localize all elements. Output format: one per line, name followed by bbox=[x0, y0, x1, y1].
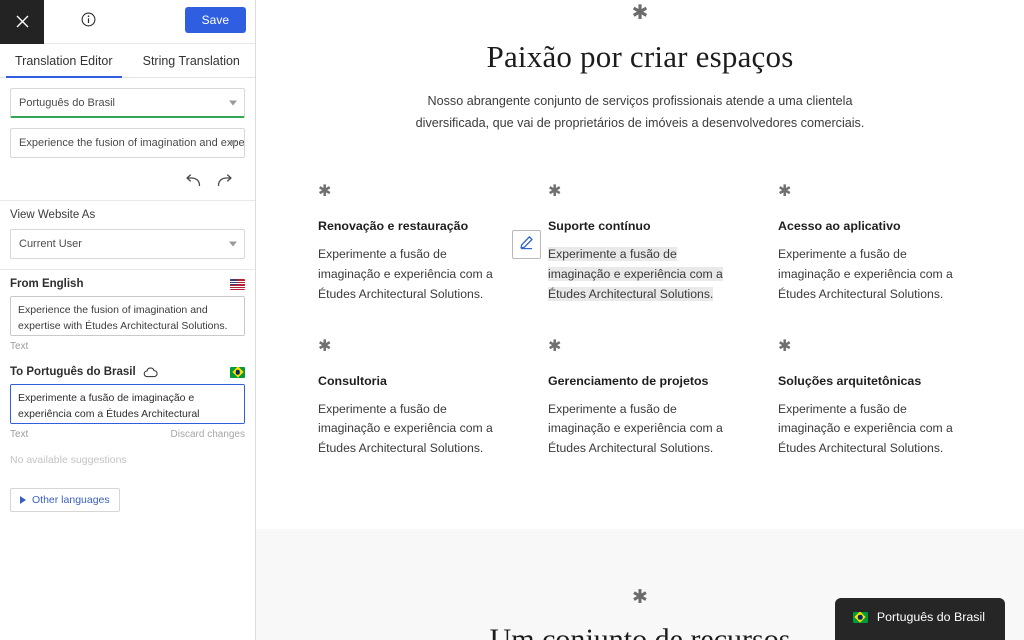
feature-text-value: Experimente a fusão de imaginação e expe… bbox=[548, 247, 723, 301]
tab-translation-editor-label: Translation Editor bbox=[15, 53, 113, 68]
other-languages-button[interactable]: Other languages bbox=[10, 488, 120, 512]
source-label: From English bbox=[10, 278, 84, 290]
feature-text: Experimente a fusão de imaginação e expe… bbox=[318, 400, 502, 459]
view-as-select[interactable]: Current User bbox=[10, 229, 245, 259]
asterisk-icon: ✱ bbox=[318, 335, 332, 355]
feature-card: ✱ Gerenciamento de projetos Experimente … bbox=[548, 335, 732, 459]
edit-string-button[interactable] bbox=[512, 230, 541, 260]
language-select-value: Português do Brasil bbox=[19, 96, 115, 109]
selectors-section: Português do Brasil Experience the fusio… bbox=[0, 78, 255, 201]
hero-section: ✱ Paixão por criar espaços Nosso abrange… bbox=[256, 2, 1024, 134]
asterisk-icon: ✱ bbox=[631, 0, 649, 24]
flag-stripe bbox=[230, 288, 245, 290]
tab-string-translation-label: String Translation bbox=[142, 53, 240, 68]
view-as-select-wrap: Current User bbox=[10, 229, 245, 259]
translation-sidebar: Save Translation Editor String Translati… bbox=[0, 0, 256, 640]
feature-text: Experimente a fusão de imaginação e expe… bbox=[318, 245, 502, 304]
feature-text-value: Experimente a fusão de imaginação e expe… bbox=[548, 401, 723, 456]
hero-subtitle: Nosso abrangente conjunto de serviços pr… bbox=[415, 94, 865, 130]
flag-stripe bbox=[230, 280, 245, 282]
sidebar-topbar: Save bbox=[0, 0, 255, 44]
language-badge-label: Português do Brasil bbox=[876, 610, 985, 624]
feature-text: Experimente a fusão de imaginação e expe… bbox=[548, 400, 732, 459]
view-as-select-value: Current User bbox=[19, 238, 82, 250]
feature-card: ✱ Acesso ao aplicativo Experimente a fus… bbox=[778, 183, 962, 304]
flag-br-icon bbox=[230, 366, 245, 378]
feature-card: ✱ Suporte contínuo Experimente a fusão d… bbox=[512, 181, 732, 304]
close-button[interactable] bbox=[0, 0, 44, 44]
feature-card: ✱ Consultoria Experimente a fusão de ima… bbox=[318, 335, 502, 459]
source-text-section: From English Text To Português do Brasil bbox=[0, 270, 255, 522]
info-button[interactable] bbox=[66, 0, 110, 44]
flag-stripe bbox=[230, 285, 245, 287]
feature-title: Consultoria bbox=[318, 373, 387, 388]
feature-text-value: Experimente a fusão de imaginação e expe… bbox=[778, 401, 953, 456]
flag-globe bbox=[235, 369, 240, 375]
save-button[interactable]: Save bbox=[184, 7, 246, 34]
no-suggestions-text: No available suggestions bbox=[10, 454, 127, 466]
pencil-icon bbox=[519, 235, 534, 255]
feature-card: ✱ Renovação e restauração Experimente a … bbox=[318, 183, 502, 304]
asterisk-icon: ✱ bbox=[318, 181, 332, 201]
flag-stripe bbox=[230, 283, 245, 285]
source-header: From English bbox=[10, 278, 245, 290]
source-textarea[interactable] bbox=[10, 296, 245, 336]
app-root: Save Translation Editor String Translati… bbox=[0, 0, 1024, 640]
language-select-wrap: Português do Brasil bbox=[10, 88, 245, 118]
target-meta: Text Discard changes bbox=[10, 429, 245, 440]
feature-text: Experimente a fusão de imaginação e expe… bbox=[548, 245, 732, 304]
target-textarea[interactable] bbox=[10, 384, 245, 424]
asterisk-icon: ✱ bbox=[778, 335, 792, 355]
sidebar-tabs: Translation Editor String Translation bbox=[0, 44, 255, 78]
discard-changes-button[interactable]: Discard changes bbox=[171, 429, 245, 440]
other-languages-label: Other languages bbox=[32, 494, 110, 506]
asterisk-icon: ✱ bbox=[548, 181, 562, 201]
cloud-translate-icon[interactable] bbox=[143, 367, 158, 378]
flag-globe bbox=[858, 614, 863, 620]
tab-string-translation[interactable]: String Translation bbox=[128, 44, 256, 77]
view-website-as-section: View Website As Current User bbox=[0, 201, 255, 270]
target-meta-label: Text bbox=[10, 429, 29, 440]
source-meta-label: Text bbox=[10, 341, 29, 352]
feature-title: Acesso ao aplicativo bbox=[778, 219, 901, 234]
language-badge[interactable]: Português do Brasil bbox=[834, 598, 1005, 640]
tab-translation-editor[interactable]: Translation Editor bbox=[0, 44, 128, 78]
redo-icon[interactable] bbox=[216, 174, 233, 188]
asterisk-icon: ✱ bbox=[778, 181, 792, 201]
feature-text: Experimente a fusão de imaginação e expe… bbox=[778, 245, 962, 304]
feature-card: ✱ Soluções arquitetônicas Experimente a … bbox=[778, 335, 962, 459]
triangle-right-icon bbox=[20, 496, 26, 504]
feature-title: Suporte contínuo bbox=[548, 219, 651, 234]
string-select[interactable]: Experience the fusion of imagination and… bbox=[10, 128, 245, 158]
feature-title: Renovação e restauração bbox=[318, 219, 469, 234]
asterisk-icon: ✱ bbox=[548, 335, 562, 355]
flag-us-icon bbox=[230, 278, 245, 290]
feature-title: Gerenciamento de projetos bbox=[548, 373, 709, 388]
undo-icon[interactable] bbox=[185, 174, 202, 188]
language-select[interactable]: Português do Brasil bbox=[10, 88, 245, 118]
feature-text-value: Experimente a fusão de imaginação e expe… bbox=[318, 247, 493, 301]
string-select-value: Experience the fusion of imagination and… bbox=[19, 137, 245, 149]
feature-text-value: Experimente a fusão de imaginação e expe… bbox=[318, 401, 493, 456]
flag-br-icon bbox=[852, 611, 868, 623]
info-icon bbox=[81, 12, 96, 32]
feature-title: Soluções arquitetônicas bbox=[778, 373, 922, 388]
feature-text-value: Experimente a fusão de imaginação e expe… bbox=[778, 247, 953, 301]
history-controls bbox=[10, 168, 245, 190]
page-title: Paixão por criar espaços bbox=[486, 39, 794, 74]
string-select-wrap: Experience the fusion of imagination and… bbox=[10, 128, 245, 158]
view-website-as-label: View Website As bbox=[10, 209, 96, 221]
feature-text: Experimente a fusão de imaginação e expe… bbox=[778, 400, 962, 459]
target-header: To Português do Brasil bbox=[10, 366, 245, 378]
target-label: To Português do Brasil bbox=[10, 366, 136, 378]
source-meta: Text bbox=[10, 341, 245, 352]
close-icon bbox=[16, 15, 29, 28]
features-grid: ✱ Renovação e restauração Experimente a … bbox=[256, 183, 1024, 459]
website-preview: ✱ Paixão por criar espaços Nosso abrange… bbox=[256, 0, 1024, 640]
